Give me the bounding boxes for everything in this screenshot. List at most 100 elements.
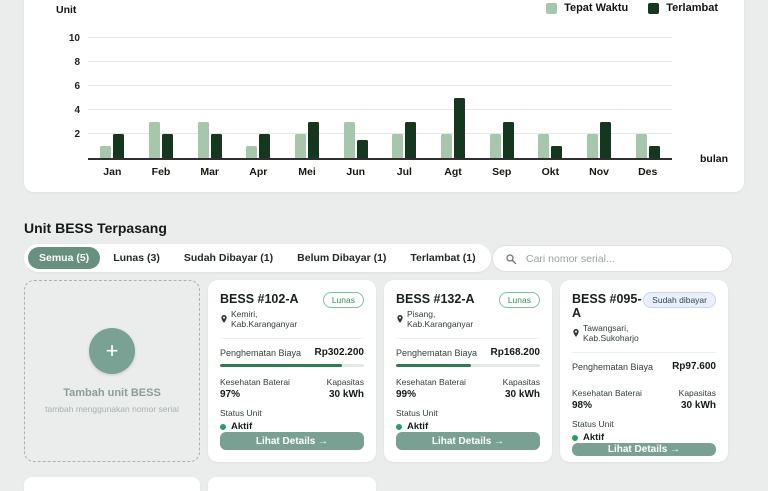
bar-tepat-waktu-Apr: [246, 146, 258, 158]
next-row-partial-cards: [24, 477, 376, 491]
savings-progress-fill: [220, 364, 343, 368]
battery-label: Kesehatan Baterai: [220, 377, 290, 388]
month-label-Nov: Nov: [589, 166, 609, 178]
filter-tabbar: Semua (5) Lunas (3) Sudah Dibayar (1) Be…: [24, 244, 491, 272]
card-location: Tawangsari, Kab.Sukoharjo: [572, 323, 643, 343]
lihat-details-button[interactable]: Lihat Details →: [396, 432, 540, 450]
card-location: Kemiri, Kab.Karanganyar: [220, 309, 323, 329]
bess-card: BESS #102-A Kemiri, Kab.Karanganyar Luna…: [208, 280, 376, 462]
savings-progress: [396, 364, 540, 368]
search-input[interactable]: [524, 251, 720, 266]
tab-belum-dibayar[interactable]: Belum Dibayar (1): [286, 247, 397, 269]
status-value: Aktif: [231, 421, 253, 433]
bess-card-grid: + Tambah unit BESS tambah menggunakan no…: [24, 280, 728, 462]
bar-terlambat-Jul: [405, 122, 417, 158]
status-value: Aktif: [407, 421, 429, 433]
bar-terlambat-Mar: [210, 134, 222, 158]
capacity-label: Kapasitas: [502, 377, 540, 388]
y-tick-label: 6: [74, 81, 80, 92]
lihat-details-button[interactable]: Lihat Details →: [220, 432, 364, 450]
battery-label: Kesehatan Baterai: [572, 388, 642, 398]
savings-label: Penghematan Biaya: [396, 347, 478, 358]
y-tick-label: 2: [74, 129, 80, 140]
capacity-value: 30 kWh: [504, 389, 540, 401]
bar-terlambat-Mei: [308, 122, 320, 158]
status-row: Aktif: [396, 421, 540, 432]
lihat-details-button[interactable]: Lihat Details →: [572, 443, 716, 456]
bar-group-Jan: [88, 34, 137, 158]
legend-item-terlambat: Terlambat: [648, 2, 718, 14]
card-location-text: Kemiri, Kab.Karanganyar: [231, 309, 298, 329]
bar-tepat-waktu-Okt: [538, 134, 550, 158]
savings-amount: Rp302.200: [314, 347, 364, 358]
card-title-wrap: BESS #132-A Pisang, Kab.Karanganyar: [396, 292, 499, 329]
page-title: Unit BESS Terpasang: [24, 220, 167, 236]
month-label-Feb: Feb: [151, 166, 171, 178]
tab-semua[interactable]: Semua (5): [28, 247, 101, 269]
bar-tepat-waktu-Jul: [392, 134, 404, 158]
bar-tepat-waktu-Nov: [587, 134, 599, 158]
bess-card: BESS #095-A Tawangsari, Kab.Sukoharjo Su…: [560, 280, 728, 462]
location-pin-icon: [396, 314, 404, 324]
month-labels: Jan Feb Mar Apr Mei Jun Jul Agt Sep Okt Nov Des: [88, 166, 672, 178]
month-label-Sep: Sep: [492, 166, 512, 178]
status-row: Aktif: [220, 421, 364, 432]
month-label-Okt: Okt: [541, 166, 560, 178]
bar-terlambat-Agt: [454, 98, 466, 158]
capacity-label: Kapasitas: [678, 388, 716, 398]
legend-label-tepat-waktu: Tepat Waktu: [564, 2, 629, 14]
legend-item-tepat-waktu: Tepat Waktu: [546, 2, 628, 14]
chart-panel: Unit Tepat Waktu Terlambat 2 4 6 8 10 Jan Feb…: [24, 0, 744, 192]
bar-group-Feb: [137, 34, 186, 158]
bar-terlambat-Nov: [600, 122, 612, 158]
card-title: BESS #102-A: [220, 292, 299, 306]
battery-col: Kesehatan Baterai 99%: [396, 377, 466, 400]
capacity-col: Kapasitas 30 kWh: [503, 377, 540, 400]
bess-card: BESS #132-A Pisang, Kab.Karanganyar Luna…: [384, 280, 552, 462]
savings-label: Penghematan Biaya: [220, 347, 302, 358]
bar-terlambat-Sep: [502, 122, 514, 158]
status-dot-icon: [396, 423, 402, 430]
bar-group-Mei: [283, 34, 332, 158]
tab-lunas[interactable]: Lunas (3): [102, 247, 171, 269]
bar-tepat-waktu-Jun: [343, 122, 355, 158]
plus-icon[interactable]: +: [89, 328, 135, 374]
y-tick-label: 8: [74, 57, 80, 68]
savings-progress-fill: [396, 364, 471, 368]
bar-terlambat-Jan: [113, 134, 125, 158]
savings-label: Penghematan Biaya: [572, 361, 654, 372]
battery-col: Kesehatan Baterai 98%: [572, 388, 642, 411]
tab-sudah-dibayar[interactable]: Sudah Dibayar (1): [173, 247, 284, 269]
battery-value: 99%: [396, 389, 417, 401]
status-unit-label: Status Unit: [220, 408, 262, 419]
bar-terlambat-Apr: [259, 134, 271, 158]
search-bar: [492, 245, 733, 272]
partial-card: [208, 477, 376, 491]
month-label-Mar: Mar: [200, 166, 220, 178]
month-label-Mei: Mei: [298, 166, 316, 178]
card-location-text: Pisang, Kab.Karanganyar: [407, 309, 474, 329]
status-unit-label: Status Unit: [572, 419, 614, 429]
tab-terlambat[interactable]: Terlambat (1): [399, 247, 486, 269]
card-title: BESS #132-A: [396, 292, 475, 306]
bar-group-Agt: [429, 34, 478, 158]
bar-group-Sep: [477, 34, 526, 158]
add-card-title: Tambah unit BESS: [63, 387, 161, 399]
savings-amount: Rp168.200: [490, 347, 540, 358]
bar-tepat-waktu-Des: [635, 134, 647, 158]
bar-tepat-waktu-Feb: [149, 122, 160, 158]
search-icon: [505, 253, 517, 265]
month-label-Jan: Jan: [103, 166, 122, 178]
location-pin-icon: [220, 314, 228, 324]
add-bess-unit-card[interactable]: + Tambah unit BESS tambah menggunakan no…: [24, 280, 200, 462]
capacity-col: Kapasitas 30 kWh: [679, 388, 716, 411]
legend-label-terlambat: Terlambat: [666, 2, 718, 14]
bar-group-Jul: [380, 34, 429, 158]
bar-terlambat-Okt: [551, 146, 563, 158]
bar-group-Apr: [234, 34, 283, 158]
card-head: BESS #095-A Tawangsari, Kab.Sukoharjo Su…: [572, 292, 716, 343]
battery-capacity-row: Kesehatan Baterai 97% Kapasitas 30 kWh: [220, 377, 364, 400]
bar-group-Des: [623, 34, 672, 158]
chart-legend: Tepat Waktu Terlambat: [546, 2, 718, 14]
status-row: Aktif: [572, 432, 716, 443]
